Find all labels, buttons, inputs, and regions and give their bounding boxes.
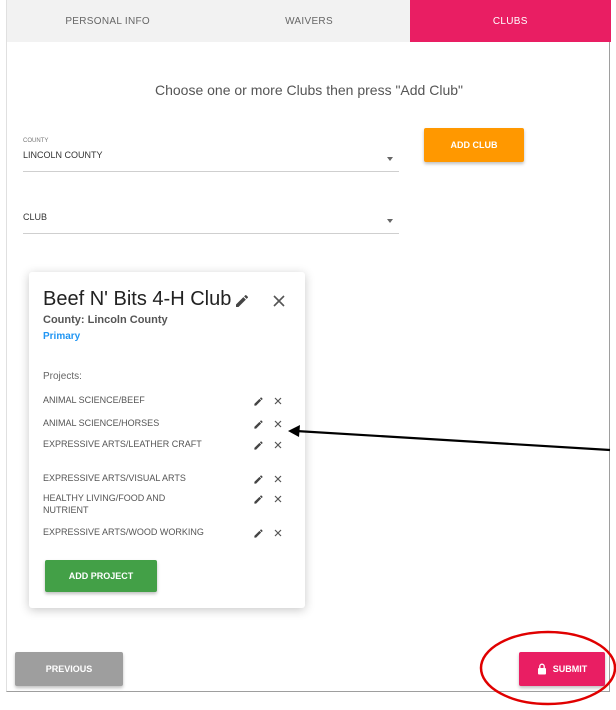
county-select[interactable]: COUNTY LINCOLN COUNTY <box>23 138 399 172</box>
submit-label: SUBMIT <box>552 664 588 674</box>
project-name: ANIMAL SCIENCE/BEEF <box>43 395 145 405</box>
submit-button[interactable]: SUBMIT <box>519 652 605 686</box>
pencil-icon <box>236 294 249 307</box>
club-card: Beef N' Bits 4-H Club County: Lincoln Co… <box>29 272 305 608</box>
project-name: EXPRESSIVE ARTS/LEATHER CRAFT <box>43 439 202 449</box>
projects-label: Projects: <box>43 371 82 382</box>
edit-project-button[interactable] <box>251 438 265 452</box>
tab-clubs[interactable]: CLUBS <box>409 0 611 42</box>
edit-project-button[interactable] <box>251 472 265 486</box>
remove-project-button[interactable] <box>271 417 285 431</box>
remove-project-button[interactable] <box>271 438 285 452</box>
project-name: HEALTHY LIVING/FOOD AND NUTRIENT <box>43 493 166 515</box>
pencil-icon <box>253 419 263 429</box>
lock-icon <box>537 663 546 675</box>
edit-project-button[interactable] <box>251 394 265 408</box>
instruction-text: Choose one or more Clubs then press "Add… <box>155 82 463 98</box>
edit-club-button[interactable] <box>233 292 251 310</box>
dropdown-caret-icon <box>387 219 393 223</box>
tab-personal-info[interactable]: PERSONAL INFO <box>7 0 209 42</box>
add-project-button[interactable]: ADD PROJECT <box>45 560 157 592</box>
previous-button[interactable]: PREVIOUS <box>15 652 123 686</box>
close-icon <box>273 295 285 307</box>
project-name: EXPRESSIVE ARTS/VISUAL ARTS <box>43 473 186 483</box>
remove-club-button[interactable] <box>269 291 289 311</box>
project-name: ANIMAL SCIENCE/HORSES <box>43 418 160 428</box>
add-club-button[interactable]: ADD CLUB <box>424 128 524 162</box>
pencil-icon <box>253 494 263 504</box>
remove-project-button[interactable] <box>271 472 285 486</box>
pencil-icon <box>253 440 263 450</box>
project-name: EXPRESSIVE ARTS/WOOD WORKING <box>43 527 204 537</box>
close-icon <box>274 441 282 449</box>
tab-waivers[interactable]: WAIVERS <box>208 0 410 42</box>
edit-project-button[interactable] <box>251 492 265 506</box>
pencil-icon <box>253 474 263 484</box>
pencil-icon <box>253 528 263 538</box>
tab-bar: PERSONAL INFO WAIVERS CLUBS <box>7 0 611 42</box>
county-label: COUNTY <box>23 138 49 144</box>
primary-badge[interactable]: Primary <box>43 331 80 342</box>
edit-project-button[interactable] <box>251 526 265 540</box>
club-title: Beef N' Bits 4-H Club <box>43 288 232 310</box>
remove-project-button[interactable] <box>271 526 285 540</box>
dropdown-caret-icon <box>387 157 393 161</box>
edit-project-button[interactable] <box>251 417 265 431</box>
remove-project-button[interactable] <box>271 492 285 506</box>
club-label: CLUB <box>23 212 48 222</box>
close-icon <box>274 529 282 537</box>
close-icon <box>274 397 282 405</box>
remove-project-button[interactable] <box>271 394 285 408</box>
pencil-icon <box>253 396 263 406</box>
close-icon <box>274 495 282 503</box>
county-value: LINCOLN COUNTY <box>23 150 103 160</box>
close-icon <box>274 475 282 483</box>
club-select[interactable]: CLUB <box>23 210 399 234</box>
club-county: County: Lincoln County <box>43 314 168 326</box>
clubs-form: PERSONAL INFO WAIVERS CLUBS Choose one o… <box>6 0 611 692</box>
close-icon <box>274 420 282 428</box>
